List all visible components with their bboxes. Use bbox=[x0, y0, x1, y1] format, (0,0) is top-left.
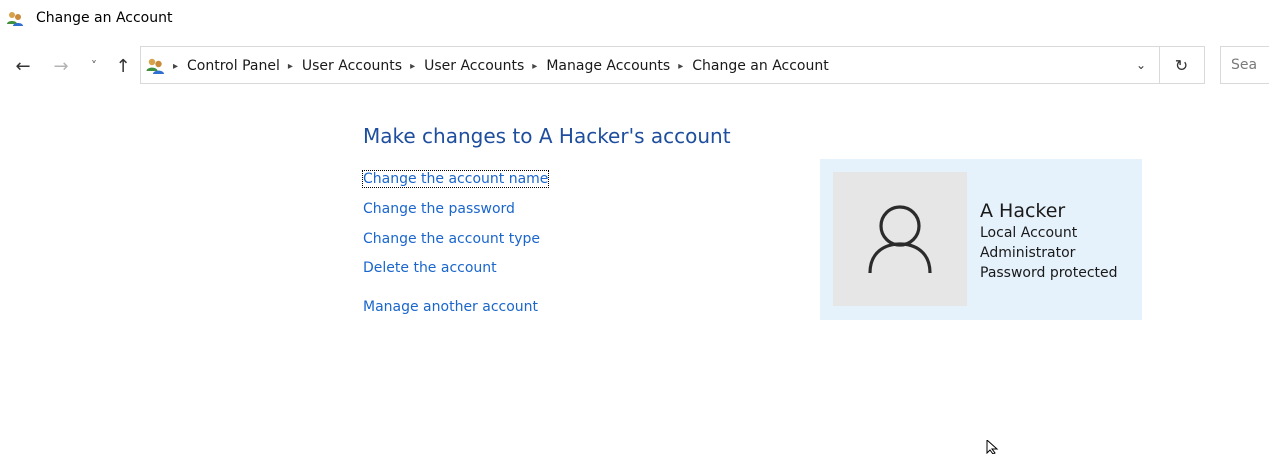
search-input[interactable]: Sea bbox=[1220, 46, 1269, 84]
mouse-cursor-icon bbox=[986, 440, 999, 454]
user-accounts-icon bbox=[146, 58, 164, 74]
breadcrumb-user-accounts[interactable]: User Accounts bbox=[302, 58, 402, 74]
breadcrumb-control-panel[interactable]: Control Panel bbox=[187, 58, 280, 74]
arrow-up-icon: ↑ bbox=[115, 55, 131, 77]
chevron-right-icon[interactable]: ▸ bbox=[670, 61, 692, 72]
account-type-local: Local Account bbox=[980, 225, 1078, 241]
chevron-right-icon[interactable]: ▸ bbox=[524, 61, 546, 72]
breadcrumb: ▸ Control Panel ▸ User Accounts ▸ User A… bbox=[171, 47, 829, 85]
change-account-type-link[interactable]: Change the account type bbox=[363, 231, 540, 247]
up-button[interactable]: ↑ bbox=[110, 46, 136, 86]
control-panel-window: Change an Account ← → ˅ ↑ ▸ Control Pane… bbox=[0, 0, 1269, 454]
breadcrumb-user-accounts-2[interactable]: User Accounts bbox=[424, 58, 524, 74]
change-account-name-link[interactable]: Change the account name bbox=[361, 170, 550, 188]
chevron-down-icon: ˅ bbox=[91, 59, 97, 73]
page-heading: Make changes to A Hacker's account bbox=[363, 124, 731, 148]
arrow-right-icon: → bbox=[53, 55, 69, 77]
avatar bbox=[833, 172, 967, 306]
recent-locations-button[interactable]: ˅ bbox=[84, 46, 104, 86]
breadcrumb-manage-accounts[interactable]: Manage Accounts bbox=[546, 58, 670, 74]
account-card: A Hacker Local Account Administrator Pas… bbox=[820, 159, 1142, 320]
refresh-icon: ↻ bbox=[1174, 55, 1189, 75]
navigation-bar: ← → ˅ ↑ ▸ Control Panel ▸ User Accounts … bbox=[0, 46, 1269, 86]
account-password-status: Password protected bbox=[980, 265, 1118, 281]
chevron-right-icon[interactable]: ▸ bbox=[402, 61, 424, 72]
manage-another-account-link[interactable]: Manage another account bbox=[363, 299, 538, 315]
breadcrumb-change-an-account[interactable]: Change an Account bbox=[692, 58, 828, 74]
user-accounts-icon bbox=[7, 12, 23, 26]
back-button[interactable]: ← bbox=[8, 46, 38, 86]
title-bar: Change an Account bbox=[0, 0, 1269, 36]
user-silhouette-icon bbox=[868, 205, 932, 274]
forward-button[interactable]: → bbox=[48, 46, 74, 86]
address-bar[interactable]: ▸ Control Panel ▸ User Accounts ▸ User A… bbox=[140, 46, 1160, 84]
arrow-left-icon: ← bbox=[15, 55, 31, 77]
refresh-button[interactable]: ↻ bbox=[1159, 46, 1205, 84]
chevron-right-icon[interactable]: ▸ bbox=[171, 61, 187, 72]
delete-account-link[interactable]: Delete the account bbox=[363, 260, 497, 276]
account-role: Administrator bbox=[980, 245, 1076, 261]
address-dropdown-button[interactable]: ⌄ bbox=[1131, 47, 1151, 83]
chevron-down-icon: ⌄ bbox=[1135, 58, 1147, 72]
window-title: Change an Account bbox=[36, 10, 173, 26]
search-placeholder: Sea bbox=[1231, 57, 1258, 73]
account-name: A Hacker bbox=[980, 200, 1066, 222]
change-password-link[interactable]: Change the password bbox=[363, 201, 515, 217]
chevron-right-icon[interactable]: ▸ bbox=[280, 61, 302, 72]
